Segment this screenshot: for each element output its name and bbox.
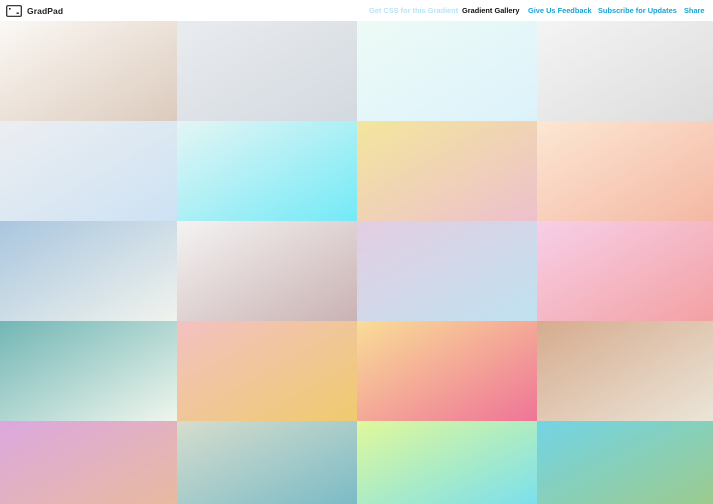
gradient-tile[interactable] [537,221,713,321]
gradient-tile[interactable] [357,121,537,221]
nav-subscribe-link[interactable]: Subscribe for Updates [598,6,677,15]
gradient-tile[interactable] [537,121,713,221]
nav-share-link[interactable]: Share [684,6,705,15]
gradient-tile[interactable] [357,21,537,121]
gradient-tile[interactable] [0,221,177,321]
gradient-tile[interactable] [177,221,357,321]
gradient-tile[interactable] [357,421,537,504]
gradient-tile[interactable] [537,421,713,504]
nav-get-css-link[interactable]: Get CSS for this Gradient [369,6,458,15]
gradient-tile[interactable] [357,221,537,321]
gradient-tile[interactable] [177,121,357,221]
gradient-tile[interactable] [0,121,177,221]
nav-gradient-gallery-link[interactable]: Gradient Gallery [462,6,520,15]
gradient-tile[interactable] [177,421,357,504]
gradient-tile[interactable] [357,321,537,421]
gradient-tile[interactable] [0,21,177,121]
gradient-tile[interactable] [537,21,713,121]
nav-feedback-link[interactable]: Give Us Feedback [528,6,592,15]
main-nav: Get CSS for this Gradient Gradient Galle… [0,0,713,21]
gradient-gallery-grid [0,21,713,504]
gradient-tile[interactable] [177,321,357,421]
top-navigation-bar: GradPad Get CSS for this Gradient Gradie… [0,0,713,21]
gradient-tile[interactable] [177,21,357,121]
gradient-tile[interactable] [0,321,177,421]
gradient-tile[interactable] [537,321,713,421]
gradient-tile[interactable] [0,421,177,504]
